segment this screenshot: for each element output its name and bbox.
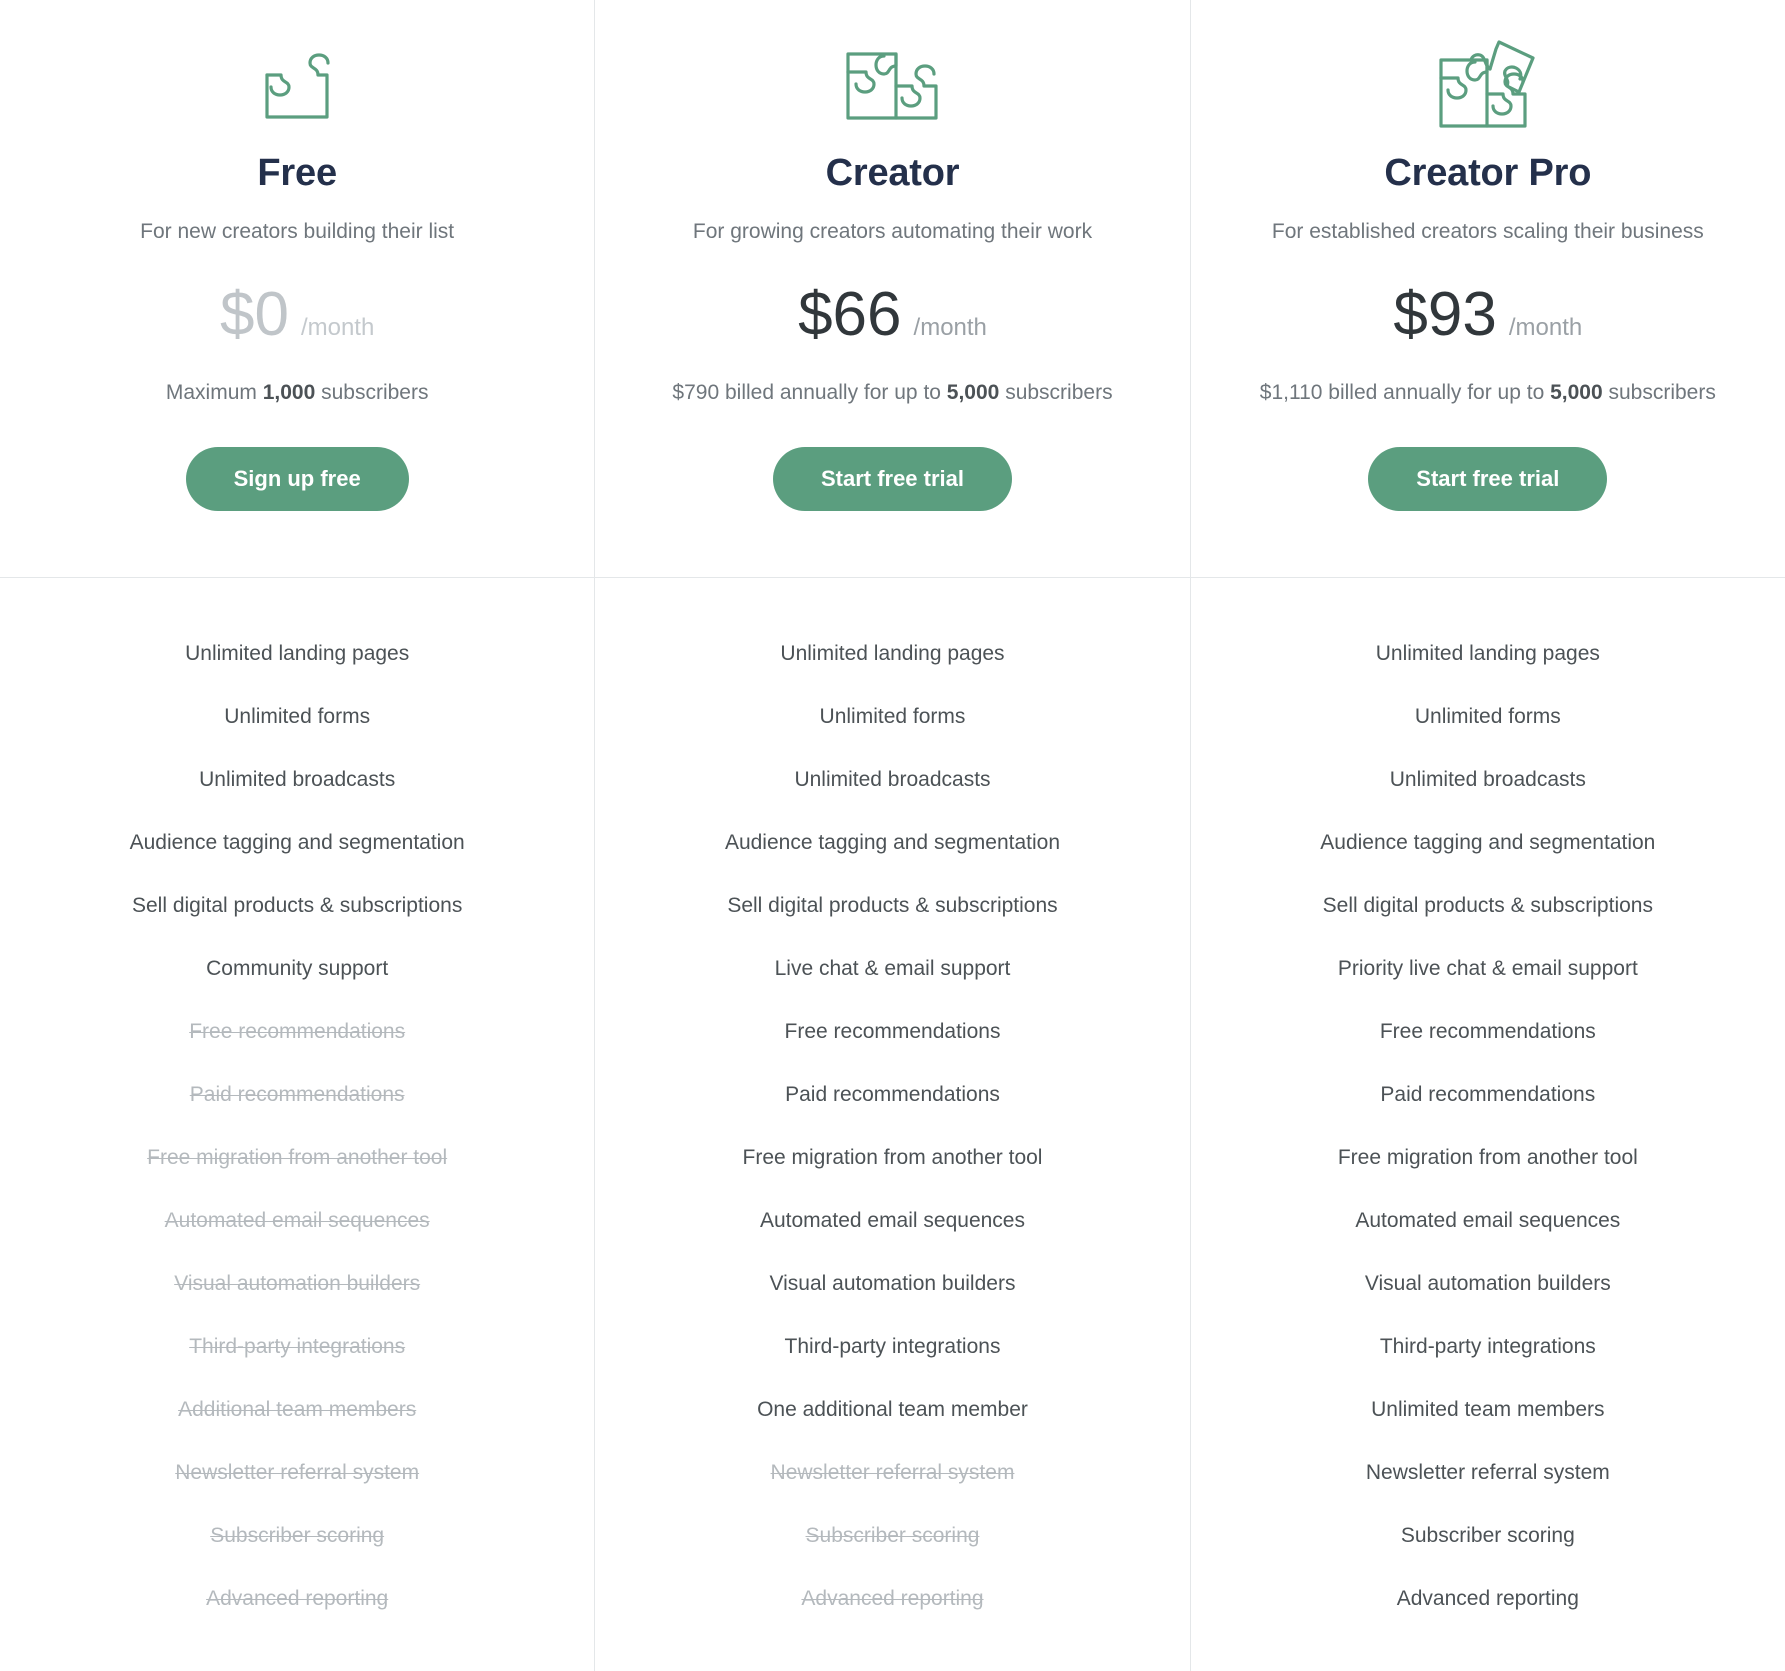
feature-item-included: Unlimited broadcasts xyxy=(1389,767,1586,791)
billing-subscriber-count: 1,000 xyxy=(262,381,316,405)
billing-suffix: subscribers xyxy=(1602,381,1716,405)
feature-item-excluded: Paid recommendations xyxy=(189,1082,405,1106)
feature-item-included: Automated email sequences xyxy=(1355,1208,1621,1232)
plan-tagline: For established creators scaling their b… xyxy=(1271,220,1704,243)
feature-item-included: Unlimited broadcasts xyxy=(794,767,991,791)
feature-item-excluded: Automated email sequences xyxy=(164,1208,430,1232)
feature-item-included: Community support xyxy=(206,956,389,980)
feature-item-included: Paid recommendations xyxy=(1380,1082,1596,1106)
plan-billing-note: $1,110 billed annually for up to 5,000 s… xyxy=(1260,380,1716,405)
feature-item-included: Unlimited landing pages xyxy=(780,641,1005,665)
feature-item-included: Sell digital products & subscriptions xyxy=(727,893,1058,917)
billing-prefix: $790 billed annually for up to xyxy=(672,381,947,405)
plan-name: Creator Pro xyxy=(1384,152,1592,194)
plan-price-period: /month xyxy=(300,314,375,342)
plan-price: $0 xyxy=(219,280,289,350)
feature-item-excluded: Advanced reporting xyxy=(206,1586,389,1610)
plan-tagline: For growing creators automating their wo… xyxy=(692,220,1093,243)
feature-item-included: Free migration from another tool xyxy=(742,1145,1043,1169)
feature-list: Unlimited landing pages Unlimited forms Un… xyxy=(0,578,594,1630)
billing-subscriber-count: 5,000 xyxy=(1550,381,1603,405)
feature-item-included: Unlimited broadcasts xyxy=(199,767,396,791)
feature-item-included: Sell digital products & subscriptions xyxy=(131,893,463,917)
plan-column-creator-pro: Creator Pro For established creators scal… xyxy=(1189,0,1785,1671)
feature-item-included: Advanced reporting xyxy=(1396,1586,1579,1610)
feature-item-included: Newsletter referral system xyxy=(1365,1460,1610,1484)
feature-item-excluded: Advanced reporting xyxy=(801,1586,984,1610)
billing-prefix: Maximum xyxy=(165,381,263,405)
plan-name: Free xyxy=(257,152,337,194)
feature-item-included: Audience tagging and segmentation xyxy=(724,830,1061,854)
feature-item-included: Audience tagging and segmentation xyxy=(129,830,465,854)
sign-up-free-button[interactable]: Sign up free xyxy=(185,447,409,512)
plan-price-period: /month xyxy=(1508,314,1583,342)
feature-item-excluded: Additional team members xyxy=(178,1397,417,1421)
plan-billing-note: $790 billed annually for up to 5,000 sub… xyxy=(672,380,1112,405)
plan-column-free: Free For new creators building their list… xyxy=(0,0,595,1671)
puzzle-three-pieces-icon xyxy=(1433,40,1543,132)
feature-item-included: Free recommendations xyxy=(784,1019,1001,1043)
puzzle-one-piece-icon xyxy=(261,40,333,132)
billing-subscriber-count: 5,000 xyxy=(946,381,1000,405)
feature-item-included: One additional team member xyxy=(757,1397,1028,1421)
plan-header: Free For new creators building their list… xyxy=(0,0,595,578)
feature-item-included: Unlimited forms xyxy=(1414,704,1561,728)
feature-item-included: Paid recommendations xyxy=(785,1082,1000,1106)
feature-item-excluded: Third-party integrations xyxy=(189,1334,406,1358)
feature-item-included: Unlimited landing pages xyxy=(185,641,410,665)
feature-item-excluded: Free migration from another tool xyxy=(147,1145,448,1169)
feature-item-included: Audience tagging and segmentation xyxy=(1320,830,1656,854)
billing-suffix: subscribers xyxy=(999,381,1113,405)
feature-item-included: Sell digital products & subscriptions xyxy=(1322,893,1653,917)
feature-item-included: Unlimited landing pages xyxy=(1375,641,1600,665)
plan-name: Creator xyxy=(825,152,960,194)
feature-list: Unlimited landing pages Unlimited forms Un… xyxy=(595,578,1189,1630)
feature-item-included: Visual automation builders xyxy=(769,1271,1016,1295)
start-free-trial-button[interactable]: Start free trial xyxy=(772,447,1013,512)
start-free-trial-button[interactable]: Start free trial xyxy=(1368,447,1608,512)
puzzle-two-pieces-icon xyxy=(840,40,944,132)
billing-prefix: $1,110 billed annually for up to xyxy=(1259,381,1551,405)
plan-price-row: $66/month xyxy=(798,284,987,346)
feature-item-excluded: Visual automation builders xyxy=(174,1271,421,1295)
feature-item-excluded: Newsletter referral system xyxy=(770,1460,1015,1484)
feature-item-excluded: Free recommendations xyxy=(189,1019,406,1043)
feature-item-included: Third-party integrations xyxy=(784,1334,1001,1358)
plan-billing-note: Maximum 1,000 subscribers xyxy=(166,380,429,405)
feature-item-included: Live chat & email support xyxy=(774,956,1011,980)
plan-price: $66 xyxy=(798,280,902,350)
pricing-table: Free For new creators building their list… xyxy=(0,0,1785,1671)
plan-price-row: $93/month xyxy=(1393,284,1582,346)
feature-item-included: Unlimited forms xyxy=(224,704,371,728)
plan-header: Creator Pro For established creators scal… xyxy=(1190,0,1785,578)
feature-item-included: Free recommendations xyxy=(1379,1019,1596,1043)
feature-item-excluded: Subscriber scoring xyxy=(805,1523,980,1547)
plan-tagline: For new creators building their list xyxy=(140,220,455,243)
feature-item-excluded: Newsletter referral system xyxy=(175,1460,420,1484)
feature-item-excluded: Subscriber scoring xyxy=(210,1523,385,1547)
plan-price-row: $0/month xyxy=(220,284,374,346)
feature-item-included: Unlimited team members xyxy=(1371,1397,1605,1421)
plan-price-period: /month xyxy=(913,314,987,342)
feature-item-included: Subscriber scoring xyxy=(1400,1523,1575,1547)
feature-list: Unlimited landing pages Unlimited forms Un… xyxy=(1191,578,1785,1630)
feature-item-included: Third-party integrations xyxy=(1379,1334,1596,1358)
feature-item-included: Visual automation builders xyxy=(1364,1271,1611,1295)
feature-item-included: Priority live chat & email support xyxy=(1337,956,1638,980)
plan-price: $93 xyxy=(1393,280,1497,350)
billing-suffix: subscribers xyxy=(315,381,429,405)
plan-header: Creator For growing creators automating t… xyxy=(595,0,1190,578)
plan-column-creator: Creator For growing creators automating t… xyxy=(594,0,1190,1671)
feature-item-included: Automated email sequences xyxy=(759,1208,1025,1232)
feature-item-included: Unlimited forms xyxy=(819,704,966,728)
feature-item-included: Free migration from another tool xyxy=(1337,1145,1638,1169)
